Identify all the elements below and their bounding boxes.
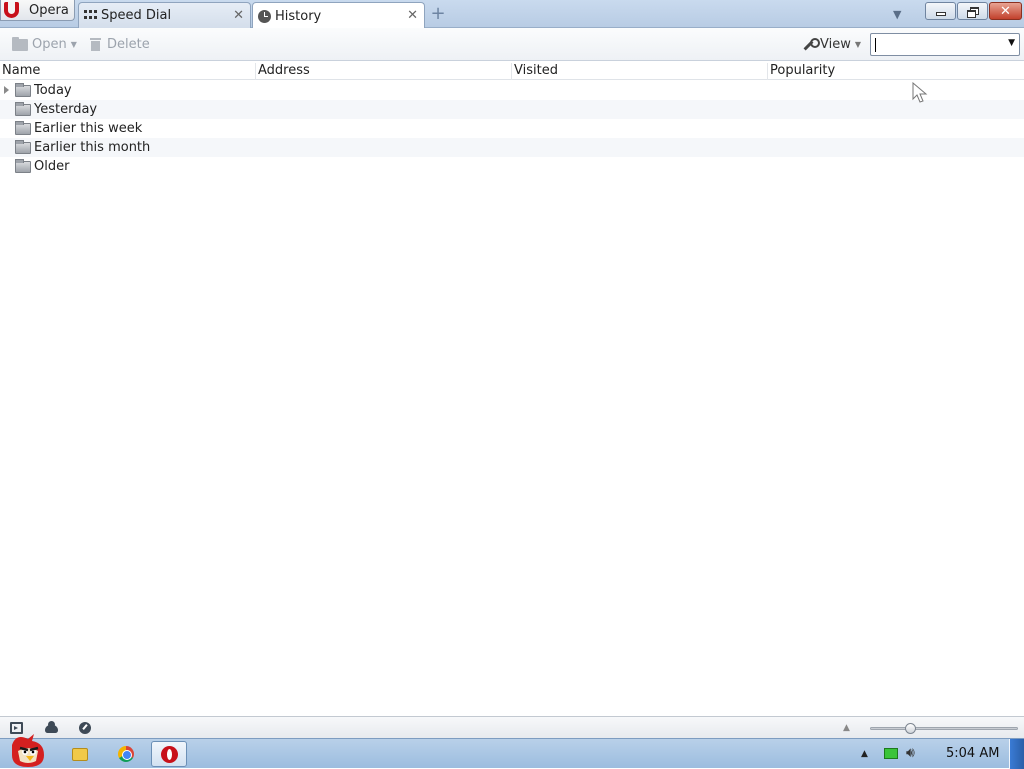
opera-icon [160,745,178,763]
network-icon[interactable] [884,748,898,759]
history-folder-row[interactable]: Earlier this month [0,138,1024,157]
view-button[interactable]: View ▼ [802,37,861,52]
close-tab-icon[interactable]: ✕ [233,8,244,23]
tab-strip: Opera Speed Dial ✕ History ✕ + ▼ ✕ [0,0,1024,29]
folder-label: Today [34,83,72,98]
delete-button[interactable]: Delete [90,37,150,52]
column-header-name[interactable]: Name [0,63,256,80]
chrome-icon [118,746,134,762]
history-folder-row[interactable]: Earlier this week [0,119,1024,138]
column-header-visited[interactable]: Visited [512,63,768,80]
clock-icon [258,9,271,23]
wrench-icon [802,37,820,52]
opera-menu-button[interactable]: Opera [0,0,75,21]
minimize-button[interactable] [925,2,956,20]
column-header-address[interactable]: Address [256,63,512,80]
taskbar-chrome-button[interactable] [108,741,144,767]
history-folder-row[interactable]: Older [0,157,1024,176]
folder-icon [15,159,31,173]
history-folder-row[interactable]: Today [0,81,1024,100]
show-desktop-button[interactable] [1009,739,1024,769]
folder-label: Yesterday [34,102,98,117]
show-hidden-icons-chevron-icon[interactable]: ▲ [861,749,868,759]
folder-icon [15,121,31,135]
folder-label: Earlier this week [34,121,143,136]
view-options-up-icon[interactable]: ▲ [843,723,850,733]
open-button[interactable]: Open ▼ [12,36,77,52]
close-tab-icon[interactable]: ✕ [407,8,418,23]
chevron-down-icon: ▼ [70,40,77,49]
tab-speed-dial[interactable]: Speed Dial ✕ [78,2,251,28]
mouse-pointer-icon [912,82,928,103]
text-cursor [875,38,876,52]
expand-arrow-icon[interactable] [4,86,9,94]
folder-label: Older [34,159,70,174]
column-headers: Name Address Visited Popularity [0,62,1024,80]
search-dropdown-chevron-icon[interactable]: ▼ [1008,38,1015,48]
tab-history[interactable]: History ✕ [252,2,425,29]
folder-icon [15,83,31,97]
explorer-folder-icon [72,747,88,761]
tab-list-chevron-down-icon[interactable]: ▼ [893,8,901,21]
taskbar-explorer-button[interactable] [62,741,98,767]
angry-birds-start-icon[interactable] [4,731,48,769]
close-icon: ✕ [1000,3,1011,19]
minimize-icon [935,11,946,16]
new-tab-plus-icon[interactable]: + [430,5,446,23]
open-label: Open [32,37,67,52]
delete-label: Delete [107,37,150,52]
tab-label: Speed Dial [101,8,172,23]
folder-icon [12,36,28,51]
status-bar: ▲ [0,716,1024,738]
opera-logo-icon [3,1,21,19]
trash-icon [90,38,101,51]
folder-label: Earlier this month [34,140,151,155]
opera-turbo-icon[interactable] [79,722,91,734]
history-toolbar: Open ▼ Delete View ▼ ▼ [0,28,1024,61]
history-folder-row[interactable]: Yesterday [0,100,1024,119]
opera-menu-label: Opera [29,2,69,18]
folder-icon [15,102,31,116]
zoom-slider-thumb[interactable] [905,723,916,734]
history-list: Today Yesterday Earlier this week Earlie… [0,81,1024,176]
close-window-button[interactable]: ✕ [989,2,1022,20]
volume-icon[interactable]: 🔊︎ [906,745,915,761]
view-label: View [820,37,851,52]
column-header-popularity[interactable]: Popularity [768,63,1024,80]
folder-icon [15,140,31,154]
restore-icon [967,6,979,18]
taskbar-opera-button[interactable] [151,741,187,767]
tab-label: History [275,8,322,24]
zoom-slider[interactable] [870,723,1018,734]
taskbar-clock[interactable]: 5:04 AM [946,746,999,761]
speed-dial-grid-icon [84,10,97,21]
search-input[interactable]: ▼ [870,33,1020,56]
windows-taskbar: ▲ 🔊︎ 5:04 AM [0,734,1024,769]
restore-button[interactable] [957,2,988,20]
chevron-down-icon: ▼ [854,40,862,49]
